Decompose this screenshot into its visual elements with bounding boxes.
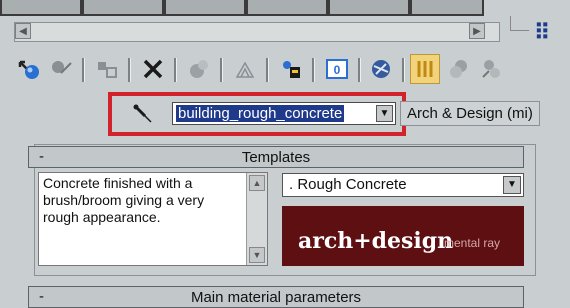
main-params-rollout-header[interactable]: - Main material parameters (28, 286, 524, 308)
scroll-down-button[interactable]: ▼ (249, 247, 265, 263)
scroll-left-button[interactable]: ◀ (15, 23, 31, 39)
sample-slots-scrollbar[interactable]: ◀ ▶ (14, 22, 500, 42)
sample-type-control[interactable] (510, 16, 529, 31)
toolbar-separator (402, 58, 405, 82)
put-to-scene-icon[interactable] (46, 54, 76, 84)
sample-slot[interactable] (0, 0, 82, 16)
toolbar-separator (128, 58, 131, 82)
assign-material-icon[interactable] (92, 54, 122, 84)
material-id-icon[interactable] (276, 54, 306, 84)
templates-rollout-header[interactable]: - Templates (28, 146, 524, 168)
logo-subtext: mental ray (444, 236, 501, 250)
toolbar-separator (312, 58, 315, 82)
material-name-value: building_rough_concrete (176, 105, 345, 122)
sample-slot[interactable] (82, 0, 164, 16)
chevron-down-icon[interactable]: ▼ (503, 176, 521, 194)
put-to-library-icon[interactable] (230, 54, 260, 84)
chevron-down-icon[interactable]: ▼ (376, 105, 393, 122)
toolbar-separator (82, 58, 85, 82)
material-name-field[interactable]: building_rough_concrete ▼ (172, 102, 396, 125)
material-type-button[interactable]: Arch & Design (mi) (400, 101, 540, 126)
show-end-result-icon[interactable] (410, 54, 440, 84)
description-scrollbar[interactable]: ▲ ▼ (246, 173, 267, 265)
material-effects-channel-icon[interactable]: 0 (322, 54, 352, 84)
toolbar-separator (266, 58, 269, 82)
rollout-title: Templates (241, 149, 311, 166)
toolbar-separator (220, 58, 223, 82)
toolbar-separator (174, 58, 177, 82)
go-forward-sibling-icon[interactable] (476, 54, 506, 84)
sample-slot[interactable] (410, 0, 484, 16)
sample-slot[interactable] (328, 0, 410, 16)
sample-slot-strip (0, 0, 490, 16)
go-to-parent-icon[interactable] (444, 54, 474, 84)
sample-slot[interactable] (246, 0, 328, 16)
show-in-viewport-icon[interactable] (366, 54, 396, 84)
template-description: Concrete finished with a brush/broom giv… (38, 172, 268, 266)
template-description-text: Concrete finished with a brush/broom giv… (43, 175, 205, 225)
template-dropdown[interactable]: . Rough Concrete ▼ (282, 173, 524, 197)
template-dropdown-value: . Rough Concrete (289, 176, 407, 193)
material-editor-toolbar: 0 (14, 54, 570, 88)
arch-design-logo: arch+design mental ray (282, 206, 524, 266)
svg-text:0: 0 (334, 63, 341, 77)
rollout-title: Main material parameters (190, 289, 362, 306)
logo-text: arch+design (298, 228, 454, 254)
delete-icon[interactable] (138, 54, 168, 84)
make-unique-icon[interactable] (184, 54, 214, 84)
sample-uv-tiling-icon[interactable]: ⠿ (534, 20, 550, 46)
toolbar-separator (358, 58, 361, 82)
sample-slot[interactable] (164, 0, 246, 16)
pick-material-from-object-icon[interactable] (128, 101, 158, 127)
scroll-up-button[interactable]: ▲ (249, 175, 265, 191)
get-material-icon[interactable] (14, 54, 44, 84)
scroll-right-button[interactable]: ▶ (469, 23, 485, 39)
